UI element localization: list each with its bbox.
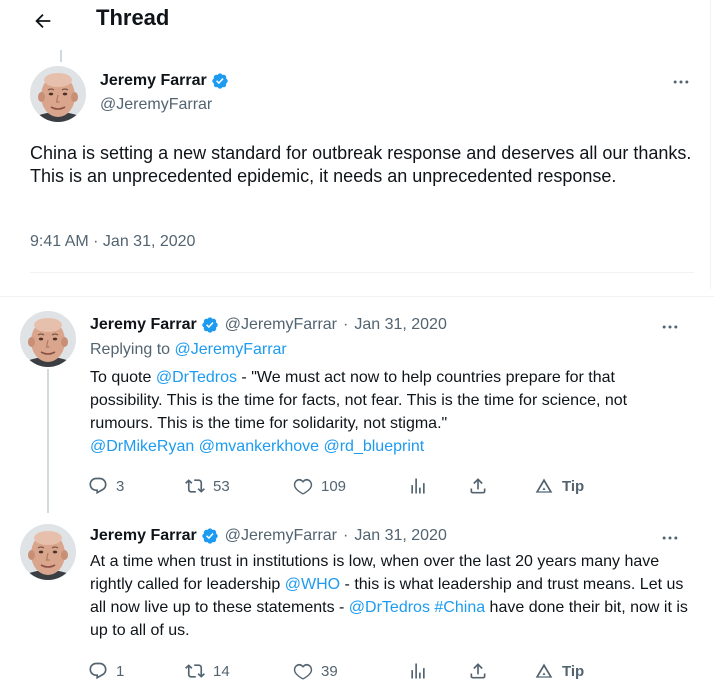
mention-link[interactable]: @DrMikeRyan xyxy=(90,438,194,455)
tip-button[interactable]: Tip xyxy=(534,474,584,498)
reply-tweet[interactable]: Jeremy Farrar @JeremyFarrar · Jan 31, 20… xyxy=(0,508,714,697)
reply-count: 3 xyxy=(116,477,125,495)
share-button[interactable] xyxy=(468,659,488,683)
analytics-button[interactable] xyxy=(408,659,428,683)
tip-icon xyxy=(535,663,553,678)
like-count: 39 xyxy=(321,662,338,680)
main-tweet-panel: Thread Jeremy Farrar @JeremyFarrar China… xyxy=(10,0,711,289)
replying-to-handle-link[interactable]: @JeremyFarrar xyxy=(175,341,287,358)
reply-count: 1 xyxy=(116,662,125,680)
author-name[interactable]: Jeremy Farrar xyxy=(100,72,229,90)
analytics-icon xyxy=(411,663,425,679)
thread-connector xyxy=(47,369,49,513)
like-button[interactable]: 109 xyxy=(293,474,346,498)
retweet-count: 14 xyxy=(213,662,230,680)
tweet-actions: 3 53 109 Tip xyxy=(88,474,608,498)
author-handle[interactable]: @JeremyFarrar xyxy=(225,527,337,545)
tweet-date[interactable]: Jan 31, 2020 xyxy=(354,316,447,334)
more-horizontal-icon xyxy=(662,536,678,540)
tweet-date[interactable]: Jan 31, 2020 xyxy=(354,527,447,545)
tip-button[interactable]: Tip xyxy=(534,659,584,683)
reply-tweet[interactable]: Jeremy Farrar @JeremyFarrar · Jan 31, 20… xyxy=(0,296,714,513)
analytics-button[interactable] xyxy=(408,474,428,498)
reply-icon xyxy=(89,662,107,680)
heart-icon xyxy=(293,663,313,680)
tip-label: Tip xyxy=(562,477,585,495)
author-name[interactable]: Jeremy Farrar xyxy=(90,316,197,334)
heart-icon xyxy=(293,478,313,495)
tweet-actions: 1 14 39 Tip xyxy=(88,659,608,683)
author-name[interactable]: Jeremy Farrar xyxy=(90,527,197,545)
reply-button[interactable]: 3 xyxy=(88,474,124,498)
more-options-button[interactable] xyxy=(658,528,682,548)
mention-link[interactable]: @rd_blueprint xyxy=(323,438,424,455)
tweet-text: To quote @DrTedros - "We must act now to… xyxy=(90,366,690,458)
verified-badge-icon xyxy=(202,528,218,544)
retweet-button[interactable]: 14 xyxy=(185,659,230,683)
mention-link[interactable]: @mvankerkhove xyxy=(199,438,319,455)
back-button[interactable] xyxy=(28,6,58,36)
more-horizontal-icon xyxy=(662,325,678,329)
retweet-icon xyxy=(185,664,205,678)
retweet-count: 53 xyxy=(213,477,230,495)
more-options-button[interactable] xyxy=(669,72,693,92)
thread-header: Thread xyxy=(10,0,711,40)
tip-label: Tip xyxy=(562,662,585,680)
author-name-text[interactable]: Jeremy Farrar xyxy=(100,72,207,90)
meta-separator: · xyxy=(343,316,349,333)
replying-to-prefix: Replying to xyxy=(90,341,175,358)
more-options-button[interactable] xyxy=(658,317,682,337)
replying-to: Replying to @JeremyFarrar xyxy=(90,341,287,359)
tip-icon xyxy=(535,478,553,493)
meta-separator: · xyxy=(343,527,349,544)
reply-header: Jeremy Farrar @JeremyFarrar · Jan 31, 20… xyxy=(90,527,447,545)
reply-icon xyxy=(89,477,107,495)
analytics-icon xyxy=(411,478,425,494)
hashtag-link[interactable]: #China xyxy=(434,599,485,616)
avatar[interactable] xyxy=(20,311,76,367)
verified-badge-icon xyxy=(202,317,218,333)
tweet-timestamp[interactable]: 9:41 AM · Jan 31, 2020 xyxy=(30,233,195,251)
tweet-text: China is setting a new standard for outb… xyxy=(30,143,702,186)
verified-badge-icon xyxy=(212,73,228,89)
mention-link[interactable]: @DrTedros xyxy=(156,369,237,386)
author-handle[interactable]: @JeremyFarrar xyxy=(100,96,212,114)
share-icon xyxy=(470,663,486,679)
mention-link[interactable]: @DrTedros xyxy=(349,599,430,616)
retweet-button[interactable]: 53 xyxy=(185,474,230,498)
tweet-text: At a time when trust in institutions is … xyxy=(90,550,690,642)
avatar[interactable] xyxy=(20,524,76,580)
more-horizontal-icon xyxy=(673,80,689,84)
share-icon xyxy=(470,478,486,494)
share-button[interactable] xyxy=(468,474,488,498)
mention-link[interactable]: @WHO xyxy=(285,576,340,593)
like-button[interactable]: 39 xyxy=(293,659,338,683)
like-count: 109 xyxy=(321,477,347,495)
reply-button[interactable]: 1 xyxy=(88,659,124,683)
retweet-icon xyxy=(185,479,205,493)
page-title: Thread xyxy=(96,5,170,30)
arrow-left-icon xyxy=(35,13,51,29)
reply-header: Jeremy Farrar @JeremyFarrar · Jan 31, 20… xyxy=(90,316,447,334)
text-segment: To quote xyxy=(90,369,156,386)
avatar[interactable] xyxy=(30,66,86,122)
divider xyxy=(30,272,694,273)
author-handle[interactable]: @JeremyFarrar xyxy=(225,316,337,334)
thread-connector xyxy=(60,50,62,62)
